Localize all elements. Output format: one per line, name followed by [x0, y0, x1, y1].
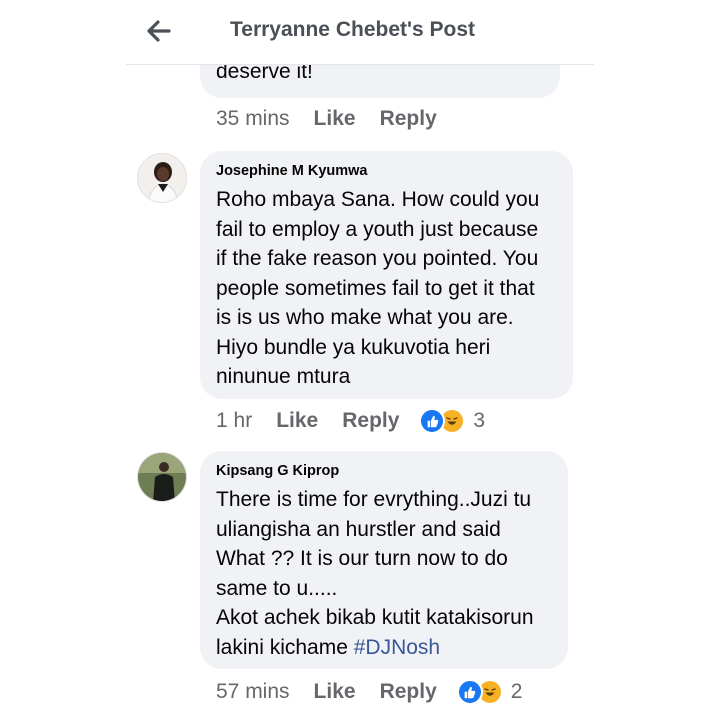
reply-button[interactable]: Reply	[342, 409, 399, 433]
reaction-count: 3	[473, 409, 486, 432]
reaction-summary[interactable]: 2	[456, 679, 523, 705]
comment-time[interactable]: 1 hr	[216, 409, 252, 433]
comment-bubble: Kipsang G Kiprop There is time for evryt…	[200, 451, 568, 669]
avatar-image	[138, 453, 186, 501]
reaction-count: 2	[510, 680, 523, 703]
comment-actions: 1 hr Like Reply 3	[216, 408, 485, 434]
like-reaction-icon	[456, 679, 483, 705]
avatar-image	[138, 154, 186, 202]
avatar[interactable]	[137, 452, 187, 502]
comment-actions: 57 mins Like Reply 2	[216, 679, 522, 705]
page-title: Terryanne Chebet's Post	[230, 18, 476, 41]
comment-text: There is time for evrything..Juzi tu uli…	[216, 485, 550, 662]
like-button[interactable]: Like	[314, 680, 356, 704]
reply-button[interactable]: Reply	[380, 107, 437, 131]
like-button[interactable]: Like	[276, 409, 318, 433]
back-button[interactable]	[142, 14, 176, 48]
like-button[interactable]: Like	[314, 107, 356, 131]
comment-body: There is time for evrything..Juzi tu uli…	[216, 488, 534, 659]
comment-time[interactable]: 57 mins	[216, 680, 290, 704]
hashtag-link[interactable]: #DJNosh	[354, 636, 440, 659]
comment-text: Roho mbaya Sana. How could you fail to e…	[216, 188, 540, 388]
comment-bubble: Josephine M Kyumwa Roho mbaya Sana. How …	[200, 151, 573, 399]
comment-time[interactable]: 35 mins	[216, 107, 290, 131]
back-arrow-icon	[147, 20, 171, 42]
reaction-summary[interactable]: 3	[419, 408, 485, 434]
comment-author[interactable]: Josephine M Kyumwa	[216, 163, 555, 179]
comment-author[interactable]: Kipsang G Kiprop	[216, 463, 550, 479]
reply-button[interactable]: Reply	[380, 680, 437, 704]
avatar[interactable]	[137, 153, 187, 203]
like-reaction-icon	[419, 408, 446, 434]
comment-actions: 35 mins Like Reply	[216, 107, 461, 131]
post-header: Terryanne Chebet's Post	[126, 0, 594, 65]
